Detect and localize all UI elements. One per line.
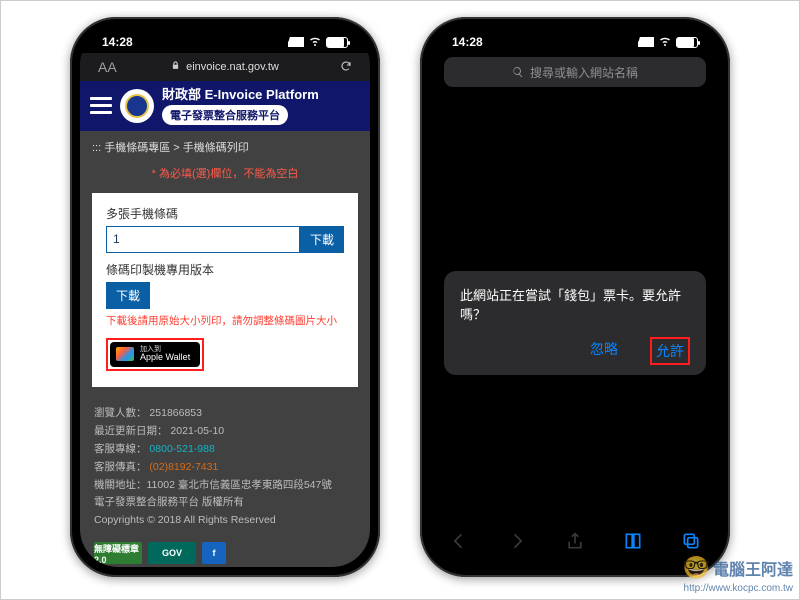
tabs-icon[interactable]	[681, 531, 701, 554]
safari-search-field[interactable]: 搜尋或輸入網站名稱	[444, 57, 706, 87]
multi-barcode-input[interactable]	[106, 226, 300, 253]
watermark-name: 電腦王阿達	[713, 562, 793, 579]
wallet-main-text: Apple Wallet	[140, 352, 190, 362]
updated-value: 2021-05-10	[170, 425, 224, 437]
reload-icon[interactable]	[340, 60, 352, 75]
safari-addressbar[interactable]: AA einvoice.nat.gov.tw	[80, 53, 370, 81]
highlight-apple-wallet: 加入到 Apple Wallet	[106, 338, 204, 372]
address-domain: einvoice.nat.gov.tw	[186, 61, 279, 73]
phone-right: 14:28 搜尋或輸入網站名稱 此網站正在嘗試「錢包」票卡。要允許嗎？ 忽略 允…	[420, 17, 730, 577]
footer-badges: 無障礙標章2.0 GOV f	[80, 538, 370, 567]
multi-barcode-download-button[interactable]: 下載	[300, 226, 344, 253]
site-title: 財政部 E-Invoice Platform	[162, 87, 319, 103]
dialog-allow-button[interactable]: 允許	[650, 337, 690, 365]
printer-download-button[interactable]: 下載	[106, 282, 150, 309]
phone-left: 14:28 AA einvoice.nat.gov.tw 財	[70, 17, 380, 577]
notch	[510, 27, 640, 49]
lock-icon	[171, 60, 180, 74]
facebook-badge[interactable]: f	[202, 542, 226, 564]
wallet-icon	[116, 347, 134, 361]
battery-icon	[326, 37, 348, 48]
visits-label: 瀏覽人數：	[94, 407, 147, 419]
menu-icon[interactable]	[90, 97, 112, 114]
fax-label: 客服傳真：	[94, 461, 147, 473]
accessibility-badge[interactable]: 無障礙標章2.0	[94, 542, 142, 564]
breadcrumb: ::: 手機條碼專區 > 手機條碼列印	[80, 131, 370, 163]
app-navbar: 財政部 E-Invoice Platform 電子發票整合服務平台	[80, 81, 370, 131]
signal-icon	[288, 37, 304, 47]
address-label: 機關地址：	[94, 479, 147, 491]
hotline-label: 客服專線：	[94, 443, 147, 455]
owner-text: 電子發票整合服務平台 版權所有	[94, 494, 356, 512]
address-value: 11002 臺北市信義區忠孝東路四段547號	[147, 479, 332, 491]
wifi-icon	[658, 35, 672, 50]
visits-value: 251866853	[149, 407, 202, 419]
site-logo[interactable]	[120, 89, 154, 123]
signal-icon	[638, 37, 654, 47]
back-icon[interactable]	[449, 531, 469, 554]
status-time: 14:28	[452, 35, 483, 49]
add-to-apple-wallet-button[interactable]: 加入到 Apple Wallet	[110, 342, 200, 368]
watermark: 🤓 電腦王阿達 http://www.kocpc.com.tw	[683, 555, 793, 595]
battery-icon	[676, 37, 698, 48]
resize-hint: 下載後請用原始大小列印，請勿調整條碼圖片大小	[106, 313, 344, 328]
dialog-message: 此網站正在嘗試「錢包」票卡。要允許嗎？	[460, 285, 690, 323]
wallet-small-text: 加入到	[140, 346, 190, 354]
search-placeholder: 搜尋或輸入網站名稱	[530, 64, 638, 81]
forward-icon[interactable]	[507, 531, 527, 554]
notch	[160, 27, 290, 49]
wallet-permission-dialog: 此網站正在嘗試「錢包」票卡。要允許嗎？ 忽略 允許	[444, 271, 706, 375]
copyright-text: Copyrights © 2018 All Rights Reserved	[94, 512, 356, 530]
watermark-url: http://www.kocpc.com.tw	[684, 583, 793, 594]
fax-value: (02)8192-7431	[149, 461, 218, 473]
bookmarks-icon[interactable]	[623, 531, 643, 554]
watermark-mascot-icon: 🤓	[683, 555, 710, 580]
search-icon	[512, 66, 524, 78]
site-subtitle-pill: 電子發票整合服務平台	[162, 105, 288, 125]
printer-version-label: 條碼印製機專用版本	[106, 261, 344, 278]
text-size-icon[interactable]: AA	[98, 59, 117, 75]
gov-badge[interactable]: GOV	[148, 542, 196, 564]
share-icon[interactable]	[565, 531, 585, 554]
form-card: 多張手機條碼 下載 條碼印製機專用版本 下載 下載後請用原始大小列印，請勿調整條…	[92, 193, 358, 388]
required-note: * 為必填(選)欄位，不能為空白	[80, 163, 370, 189]
dialog-ignore-button[interactable]: 忽略	[586, 337, 622, 365]
safari-toolbar	[430, 525, 720, 559]
hotline-value[interactable]: 0800-521-988	[149, 443, 214, 455]
multi-barcode-label: 多張手機條碼	[106, 205, 344, 222]
page-footer: 瀏覽人數： 251866853 最近更新日期： 2021-05-10 客服專線：…	[80, 397, 370, 538]
screen-right: 14:28 搜尋或輸入網站名稱 此網站正在嘗試「錢包」票卡。要允許嗎？ 忽略 允…	[430, 27, 720, 567]
wifi-icon	[308, 35, 322, 50]
page-content: 財政部 E-Invoice Platform 電子發票整合服務平台 ::: 手機…	[80, 81, 370, 567]
screen-left: 14:28 AA einvoice.nat.gov.tw 財	[80, 27, 370, 567]
status-time: 14:28	[102, 35, 133, 49]
updated-label: 最近更新日期：	[94, 425, 168, 437]
